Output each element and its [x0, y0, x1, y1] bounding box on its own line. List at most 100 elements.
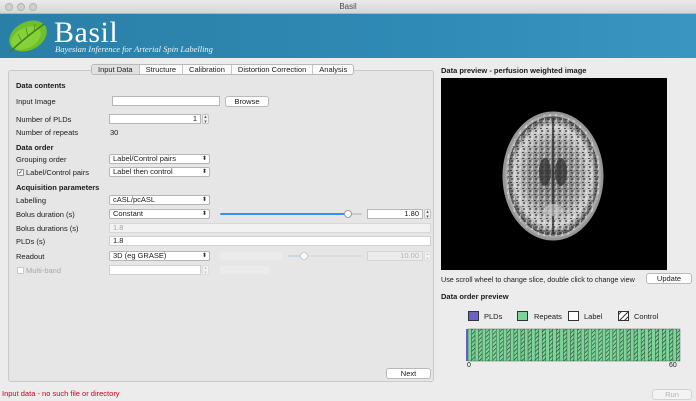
labelling-select[interactable]: cASL/pcASL ⬍ [109, 195, 210, 205]
plds-label: PLDs (s) [16, 237, 46, 246]
label-volume-bar [658, 328, 663, 362]
readout-label: Readout [16, 252, 45, 261]
label-volume-bar [573, 328, 578, 362]
legend-plds-label: PLDs [484, 312, 503, 321]
control-volume-bar [647, 328, 652, 362]
control-volume-bar [570, 328, 575, 362]
num-plds-field[interactable]: 1 [109, 114, 201, 124]
bolus-duration-slider-handle[interactable] [343, 210, 352, 218]
label-volume-bar [665, 328, 670, 362]
chevron-updown-icon: ⬍ [201, 169, 207, 175]
control-volume-bar [513, 328, 518, 362]
multiband-param-placeholder [220, 266, 270, 274]
preview-hint: Use scroll wheel to change slice, double… [441, 275, 635, 284]
label-volume-bar [580, 328, 585, 362]
bolus-duration-mode-select[interactable]: Constant ⬍ [109, 209, 210, 219]
label-volume-bar [637, 328, 642, 362]
label-volume-bar [566, 328, 571, 362]
control-volume-bar [577, 328, 582, 362]
grouping-order-select[interactable]: Label/Control pairs ⬍ [109, 154, 210, 164]
axis-max-label: 60 [669, 362, 677, 369]
control-volume-bar [527, 328, 532, 362]
legend-control-label: Control [634, 312, 659, 321]
label-control-pairs-checkbox[interactable]: ✓ [17, 169, 24, 176]
num-plds-stepper[interactable]: ▴ ▾ [202, 114, 209, 124]
tab-calibration[interactable]: Calibration [183, 65, 232, 74]
labelling-label: Labelling [16, 196, 47, 205]
control-volume-bar [640, 328, 645, 362]
control-volume-bar [591, 328, 596, 362]
next-button[interactable]: Next [386, 368, 431, 379]
label-volume-bar [517, 328, 522, 362]
brain-slice-image [502, 111, 604, 241]
readout-value: 3D (eg GRASE) [113, 251, 167, 260]
tab-structure[interactable]: Structure [140, 65, 184, 74]
basil-leaf-icon [9, 20, 47, 53]
control-volume-bar [605, 328, 610, 362]
preview-title: Data preview - perfusion weighted image [441, 66, 587, 75]
control-volume-bar [584, 328, 589, 362]
data-order-heading: Data order [16, 143, 54, 152]
control-volume-bar [669, 328, 674, 362]
control-volume-bar [506, 328, 511, 362]
label-volume-bar [594, 328, 599, 362]
axis-min-label: 0 [467, 362, 471, 369]
bolus-duration-stepper[interactable]: ▴ ▾ [424, 209, 431, 219]
run-button[interactable]: Run [652, 389, 692, 400]
bolus-durations-label: Bolus durations (s) [16, 224, 79, 233]
tab-input-data[interactable]: Input Data [92, 65, 140, 74]
legend-label-swatch [568, 311, 579, 321]
legend-control-swatch [618, 311, 629, 321]
label-volume-bar [616, 328, 621, 362]
label-volume-bar [644, 328, 649, 362]
legend-plds-swatch [468, 311, 479, 321]
bolus-durations-field: 1.8 [109, 223, 431, 233]
readout-param-label-placeholder [220, 252, 282, 260]
control-volume-bar [499, 328, 504, 362]
pair-order-select[interactable]: Label then control ⬍ [109, 167, 210, 177]
app-banner: Basil Bayesian Inference for Arterial Sp… [0, 14, 696, 58]
control-volume-bar [655, 328, 659, 362]
browse-button[interactable]: Browse [225, 96, 269, 107]
control-volume-bar [534, 328, 539, 362]
legend-repeats-label: Repeats [534, 312, 562, 321]
label-volume-bar [630, 328, 635, 362]
legend-label-label: Label [584, 312, 603, 321]
control-volume-bar [556, 328, 561, 362]
control-volume-bar [492, 328, 497, 362]
window-title: Basil [339, 2, 357, 11]
control-volume-bar [471, 328, 476, 362]
label-volume-bar [481, 328, 486, 362]
label-volume-bar [545, 328, 550, 362]
input-image-field[interactable] [112, 96, 220, 106]
label-volume-bar [496, 328, 500, 362]
readout-select[interactable]: 3D (eg GRASE) ⬍ [109, 251, 210, 261]
update-button[interactable]: Update [646, 273, 692, 284]
control-volume-bar [612, 328, 617, 362]
pair-order-value: Label then control [113, 167, 173, 176]
label-volume-bar [503, 328, 508, 362]
acquisition-heading: Acquisition parameters [16, 183, 100, 192]
tab-analysis[interactable]: Analysis [313, 65, 353, 74]
perfusion-image-viewer[interactable] [441, 78, 667, 270]
label-volume-bar [602, 328, 606, 362]
bolus-duration-slider[interactable] [220, 213, 362, 215]
control-volume-bar [549, 328, 554, 362]
multiband-checkbox[interactable] [17, 267, 24, 274]
bolus-duration-field[interactable]: 1.80 [367, 209, 423, 219]
label-volume-bar [467, 328, 472, 362]
tab-distortion-correction[interactable]: Distortion Correction [232, 65, 314, 74]
multiband-factor-field [109, 265, 201, 275]
control-volume-bar [478, 328, 483, 362]
multiband-label: Multi-band [26, 266, 62, 275]
data-contents-heading: Data contents [16, 81, 66, 90]
control-volume-bar [520, 328, 525, 362]
control-volume-bar [633, 328, 638, 362]
data-order-preview-title: Data order preview [441, 292, 509, 301]
labelling-value: cASL/pcASL [113, 195, 156, 204]
readout-param-stepper: ▴ ▾ [424, 251, 431, 261]
input-image-label: Input Image [16, 97, 56, 106]
num-repeats-value: 30 [110, 128, 119, 137]
plds-field[interactable]: 1.8 [109, 236, 431, 246]
tab-bar: Input Data Structure Calibration Distort… [91, 64, 355, 75]
